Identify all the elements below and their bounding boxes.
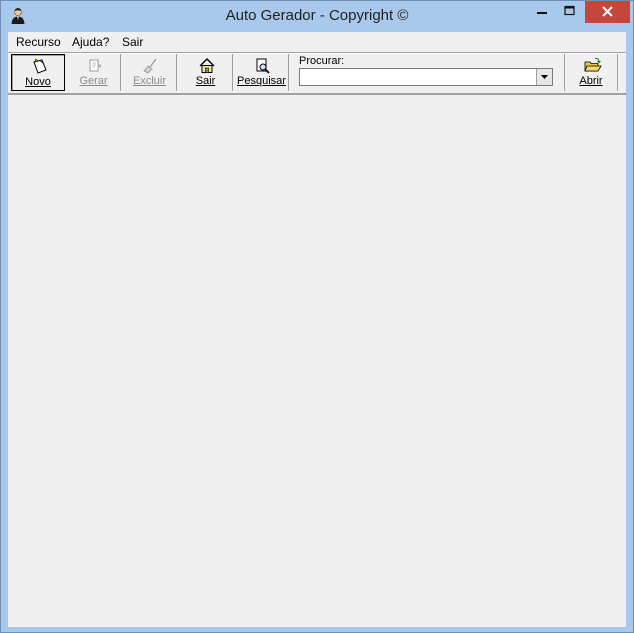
chevron-down-icon [541, 75, 548, 79]
maximize-icon [564, 5, 575, 16]
abrir-label: Abrir [579, 75, 603, 87]
client-area: Recurso Ajuda? Sair Novo Gerar Excluir S… [8, 32, 626, 627]
new-note-icon [33, 58, 47, 74]
procurar-combobox[interactable] [299, 68, 553, 86]
magnifier-icon [256, 58, 270, 74]
menu-sair[interactable]: Sair [122, 35, 143, 49]
close-icon [602, 6, 613, 17]
abrir-button[interactable]: Abrir [564, 54, 618, 91]
sair-label: Sair [195, 75, 216, 87]
excluir-button[interactable]: Excluir [123, 54, 177, 91]
pesquisar-button[interactable]: Pesquisar [235, 54, 289, 91]
mdi-workspace[interactable] [8, 94, 626, 627]
maximize-button[interactable] [554, 1, 584, 23]
combo-dropdown-button[interactable] [536, 69, 552, 85]
gerar-button[interactable]: Gerar [67, 54, 121, 91]
app-window: Auto Gerador - Copyright © Recurso Ajuda… [0, 0, 634, 633]
menu-recurso[interactable]: Recurso [16, 35, 61, 49]
menu-ajuda[interactable]: Ajuda? [72, 35, 109, 49]
excluir-label: Excluir [132, 75, 166, 87]
pesquisar-label: Pesquisar [237, 75, 286, 87]
title-bar[interactable]: Auto Gerador - Copyright © [1, 1, 633, 32]
generate-icon [89, 59, 101, 72]
sair-button[interactable]: Sair [179, 54, 233, 91]
home-icon [199, 58, 215, 73]
close-button[interactable] [585, 1, 630, 23]
novo-button[interactable]: Novo [11, 54, 65, 91]
gerar-label: Gerar [79, 75, 108, 87]
toolbar: Novo Gerar Excluir Sair Pesquisar Procur… [8, 52, 626, 94]
search-area: Procurar: [291, 53, 553, 92]
open-folder-icon [584, 57, 602, 72]
novo-label: Novo [25, 76, 51, 88]
broom-icon [143, 58, 157, 74]
menu-bar: Recurso Ajuda? Sair [8, 32, 626, 52]
procurar-label: Procurar: [299, 55, 345, 67]
